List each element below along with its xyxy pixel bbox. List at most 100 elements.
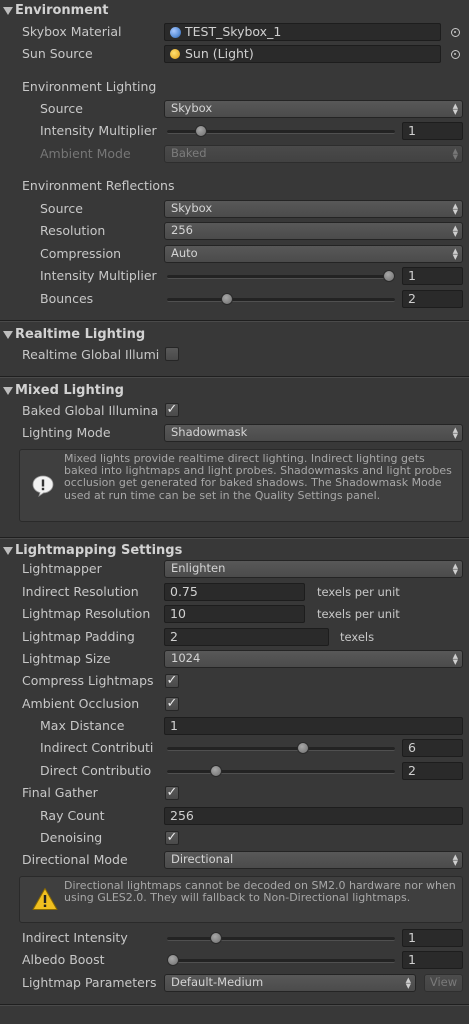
lightmap-padding-input[interactable]: 2	[164, 628, 329, 646]
resolution-value: 256	[171, 223, 193, 237]
bounces-input[interactable]: 2	[402, 290, 463, 308]
mixed-lighting-info-text: Mixed lights provide realtime direct lig…	[64, 452, 452, 502]
reflection-intensity-slider-track[interactable]	[167, 275, 395, 279]
ray-count-input[interactable]: 256	[164, 807, 463, 825]
albedo-boost-slider-thumb[interactable]	[167, 954, 179, 966]
foldout-arrow-icon[interactable]	[3, 547, 13, 555]
lighting-source-label: Source	[40, 101, 83, 116]
lighting-source-dropdown[interactable]: Skybox ▲ ▼	[164, 100, 463, 118]
lightmapping-settings-header[interactable]: Lightmapping Settings	[0, 540, 469, 562]
dropdown-arrows-icon: ▲ ▼	[452, 652, 458, 666]
denoising-label: Denoising	[40, 830, 103, 845]
directional-warning-text: Directional lightmaps cannot be decoded …	[64, 879, 456, 905]
sun-source-label: Sun Source	[22, 46, 93, 61]
realtime-lighting-header[interactable]: Realtime Lighting	[0, 324, 469, 346]
sun-source-value: Sun (Light)	[185, 46, 254, 61]
realtime-gi-checkbox[interactable]	[165, 347, 179, 361]
section-divider	[0, 321, 469, 322]
reflection-source-dropdown[interactable]: Skybox ▲ ▼	[164, 200, 463, 218]
albedo-boost-slider-track[interactable]	[167, 959, 395, 963]
environment-header[interactable]: Environment	[0, 0, 469, 22]
reflection-intensity-input[interactable]: 1	[402, 267, 463, 285]
lightmap-parameters-value: Default-Medium	[171, 975, 264, 989]
direct-contribution-slider-track[interactable]	[167, 770, 395, 774]
indirect-contribution-label: Indirect Contributi	[40, 740, 154, 755]
lightmap-size-label: Lightmap Size	[22, 651, 111, 666]
foldout-arrow-icon[interactable]	[3, 331, 13, 339]
foldout-arrow-icon[interactable]	[3, 387, 13, 395]
skybox-material-value: TEST_Skybox_1	[185, 24, 282, 39]
direct-contribution-input[interactable]: 2	[402, 762, 463, 780]
lightmap-parameters-dropdown[interactable]: Default-Medium ▲ ▼	[164, 974, 416, 992]
dropdown-arrows-icon: ▲ ▼	[452, 224, 458, 238]
lightmap-parameters-label: Lightmap Parameters	[22, 975, 157, 990]
reflection-intensity-slider-thumb[interactable]	[383, 270, 395, 282]
directional-mode-dropdown[interactable]: Directional ▲ ▼	[164, 851, 463, 869]
sun-source-field[interactable]: Sun (Light)	[164, 45, 441, 63]
mixed-lighting-info-box: Mixed lights provide realtime direct lig…	[19, 449, 463, 522]
skybox-material-label: Skybox Material	[22, 24, 122, 39]
lightmap-resolution-input[interactable]: 10	[164, 605, 305, 623]
info-icon	[32, 475, 54, 497]
indirect-intensity-input[interactable]: 1	[402, 929, 463, 947]
reflection-source-label: Source	[40, 201, 83, 216]
baked-gi-checkbox[interactable]: ✓	[165, 403, 179, 417]
mixed-lighting-header[interactable]: Mixed Lighting	[0, 380, 469, 402]
lightmapper-label: Lightmapper	[22, 561, 102, 576]
lightmap-resolution-label: Lightmap Resolution	[22, 606, 151, 621]
intensity-slider-thumb[interactable]	[195, 125, 208, 137]
lighting-mode-dropdown[interactable]: Shadowmask ▲ ▼	[164, 424, 463, 442]
albedo-boost-label: Albedo Boost	[22, 952, 105, 967]
lightmap-padding-unit: texels	[340, 630, 375, 644]
compress-lightmaps-checkbox[interactable]: ✓	[165, 674, 179, 688]
object-picker-icon[interactable]	[451, 50, 460, 59]
reflection-source-value: Skybox	[171, 201, 213, 215]
bounces-slider-track[interactable]	[167, 298, 395, 302]
section-divider	[0, 377, 469, 378]
dropdown-arrows-icon: ▲ ▼	[452, 247, 458, 261]
realtime-gi-label: Realtime Global Illumi	[22, 347, 160, 362]
section-divider	[0, 538, 469, 539]
ambient-mode-value: Baked	[171, 146, 207, 160]
compress-lightmaps-label: Compress Lightmaps	[22, 673, 154, 688]
indirect-intensity-slider-track[interactable]	[167, 937, 395, 941]
lighting-mode-value: Shadowmask	[171, 425, 248, 439]
indirect-resolution-input[interactable]: 0.75	[164, 583, 305, 601]
final-gather-label: Final Gather	[22, 785, 98, 800]
foldout-arrow-icon[interactable]	[3, 7, 13, 15]
indirect-contribution-slider-thumb[interactable]	[296, 742, 309, 754]
lighting-mode-label: Lighting Mode	[22, 425, 111, 440]
denoising-checkbox[interactable]: ✓	[165, 831, 179, 845]
indirect-intensity-slider-thumb[interactable]	[210, 932, 223, 944]
reflection-intensity-label: Intensity Multiplier	[40, 268, 157, 283]
view-parameters-button[interactable]: View	[424, 974, 463, 992]
light-icon	[170, 49, 180, 59]
bounces-slider-thumb[interactable]	[221, 293, 233, 305]
skybox-material-field[interactable]: TEST_Skybox_1	[164, 23, 441, 41]
final-gather-checkbox[interactable]: ✓	[165, 786, 179, 800]
intensity-multiplier-input[interactable]: 1	[402, 122, 463, 140]
dropdown-arrows-icon: ▲ ▼	[452, 102, 458, 116]
indirect-contribution-input[interactable]: 6	[402, 739, 463, 757]
indirect-contribution-slider-track[interactable]	[167, 747, 395, 751]
compression-value: Auto	[171, 246, 198, 260]
directional-mode-label: Directional Mode	[22, 852, 128, 867]
compression-label: Compression	[40, 246, 122, 261]
max-distance-input[interactable]: 1	[164, 717, 463, 735]
resolution-dropdown[interactable]: 256 ▲ ▼	[164, 222, 463, 240]
albedo-boost-input[interactable]: 1	[402, 951, 463, 969]
ambient-occlusion-checkbox[interactable]: ✓	[165, 697, 179, 711]
lightmapper-value: Enlighten	[171, 561, 226, 575]
environment-lighting-title: Environment Lighting	[22, 79, 157, 94]
lightmapper-dropdown[interactable]: Enlighten ▲ ▼	[164, 560, 463, 578]
ambient-mode-label: Ambient Mode	[40, 146, 131, 161]
direct-contribution-slider-thumb[interactable]	[210, 765, 223, 777]
mixed-lighting-header-label: Mixed Lighting	[15, 383, 124, 398]
bounces-label: Bounces	[40, 291, 94, 306]
object-picker-icon[interactable]	[451, 28, 460, 37]
direct-contribution-label: Direct Contributio	[40, 763, 152, 778]
realtime-lighting-header-label: Realtime Lighting	[15, 327, 146, 342]
compression-dropdown[interactable]: Auto ▲ ▼	[164, 245, 463, 263]
directional-warning-box: Directional lightmaps cannot be decoded …	[19, 876, 463, 923]
lightmap-size-dropdown[interactable]: 1024 ▲ ▼	[164, 650, 463, 668]
